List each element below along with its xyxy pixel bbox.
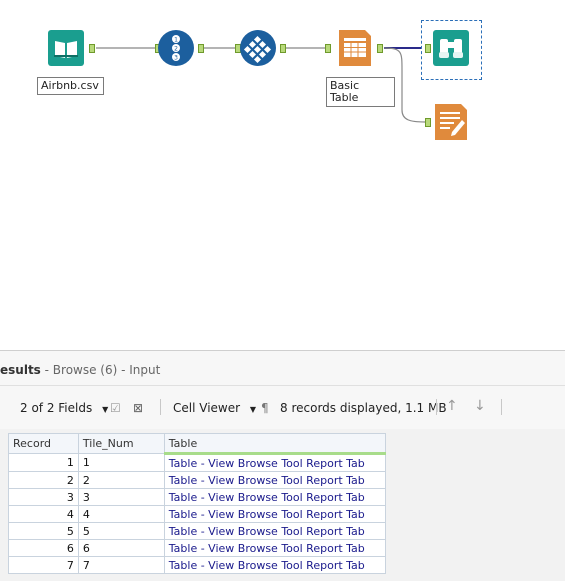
output-anchor[interactable]: [89, 44, 95, 53]
table-row[interactable]: 5 5 Table - View Browse Tool Report Tab: [8, 522, 387, 540]
deselect-icon[interactable]: ⊠: [133, 401, 143, 415]
divider: [501, 399, 502, 415]
cell-viewer-dropdown[interactable]: Cell Viewer ▼: [173, 401, 256, 415]
cell-viewer-label: Cell Viewer: [173, 401, 241, 415]
tile-num-cell[interactable]: 7: [77, 556, 165, 574]
table-row[interactable]: 6 6 Table - View Browse Tool Report Tab: [8, 539, 387, 557]
column-header-tile-num[interactable]: Tile_Num: [77, 433, 165, 454]
svg-text:3: 3: [174, 55, 178, 62]
basic-table-tool[interactable]: [337, 30, 373, 66]
checkbox-select-icon[interactable]: ☑: [110, 401, 121, 415]
table-row[interactable]: 4 4 Table - View Browse Tool Report Tab: [8, 505, 387, 523]
column-header-table[interactable]: Table: [163, 433, 387, 455]
record-cell[interactable]: 1: [8, 453, 79, 472]
tile-num-cell[interactable]: 6: [77, 539, 165, 557]
record-cell[interactable]: 2: [8, 471, 79, 489]
input-anchor[interactable]: [325, 44, 331, 53]
table-cell[interactable]: Table - View Browse Tool Report Tab: [163, 556, 387, 574]
table-row[interactable]: 3 3 Table - View Browse Tool Report Tab: [8, 488, 387, 506]
table-cell[interactable]: Table - View Browse Tool Report Tab: [163, 539, 387, 557]
tile-num-cell[interactable]: 3: [77, 488, 165, 506]
results-header: esults - Browse (6) - Input: [0, 351, 565, 386]
caret-down-icon: ▼: [249, 405, 257, 414]
output-anchor[interactable]: [377, 44, 383, 53]
numbered-list-icon: 1 2 3: [158, 30, 194, 66]
diamond-grid-icon: [240, 30, 276, 66]
tile-num-cell[interactable]: 1: [77, 453, 165, 472]
tile-num-cell[interactable]: 5: [77, 522, 165, 540]
column-header-record[interactable]: Record: [8, 433, 79, 454]
input-anchor[interactable]: [425, 118, 431, 127]
basic-table-label: Basic Table: [326, 77, 395, 107]
fields-selector[interactable]: 2 of 2 Fields ▼: [20, 401, 108, 415]
fields-selector-label: 2 of 2 Fields: [20, 401, 93, 415]
workflow-canvas[interactable]: Airbnb.csv 1 2 3 Basic Table: [0, 0, 565, 350]
book-icon: [48, 30, 84, 66]
table-row[interactable]: 1 1 Table - View Browse Tool Report Tab: [8, 453, 387, 472]
tile-num-cell[interactable]: 2: [77, 471, 165, 489]
records-info: 8 records displayed, 1.1 MB: [280, 401, 447, 415]
results-panel: esults - Browse (6) - Input 2 of 2 Field…: [0, 350, 565, 581]
results-table: Record Tile_Num Table 1 1 Table - View Bro…: [8, 433, 387, 574]
divider: [160, 399, 161, 415]
render-tool[interactable]: [433, 104, 469, 140]
input-data-tool[interactable]: [48, 30, 84, 66]
arrow-down-icon[interactable]: ↓: [474, 398, 486, 414]
crosstab-tool[interactable]: [240, 30, 276, 66]
tile-tool[interactable]: 1 2 3: [158, 30, 194, 66]
record-cell[interactable]: 3: [8, 488, 79, 506]
tile-num-cell[interactable]: 4: [77, 505, 165, 523]
results-title-label: esults: [0, 363, 41, 377]
divider: [436, 399, 437, 415]
table-row[interactable]: 7 7 Table - View Browse Tool Report Tab: [8, 556, 387, 574]
svg-text:1: 1: [174, 37, 178, 44]
pilcrow-icon[interactable]: ¶: [261, 401, 269, 415]
table-cell[interactable]: Table - View Browse Tool Report Tab: [163, 505, 387, 523]
table-row[interactable]: 2 2 Table - View Browse Tool Report Tab: [8, 471, 387, 489]
record-cell[interactable]: 4: [8, 505, 79, 523]
table-cell[interactable]: Table - View Browse Tool Report Tab: [163, 471, 387, 489]
binoculars-icon: [433, 30, 469, 66]
record-cell[interactable]: 7: [8, 556, 79, 574]
output-anchor[interactable]: [280, 44, 286, 53]
table-cell[interactable]: Table - View Browse Tool Report Tab: [163, 453, 387, 472]
caret-down-icon: ▼: [102, 405, 109, 414]
table-report-icon: [339, 30, 371, 66]
record-cell[interactable]: 5: [8, 522, 79, 540]
results-subtitle: - Browse (6) - Input: [40, 363, 161, 377]
arrow-up-icon[interactable]: ↑: [446, 398, 458, 414]
results-toolbar: 2 of 2 Fields ▼ ☑ ⊠ Cell Viewer ▼ ¶ 8 re…: [0, 386, 565, 429]
results-title: esults - Browse (6) - Input: [0, 363, 160, 377]
table-cell[interactable]: Table - View Browse Tool Report Tab: [163, 522, 387, 540]
browse-tool[interactable]: [433, 30, 469, 66]
input-anchor[interactable]: [425, 44, 431, 53]
svg-text:2: 2: [174, 46, 178, 53]
record-cell[interactable]: 6: [8, 539, 79, 557]
input-tool-label: Airbnb.csv: [37, 77, 104, 95]
output-anchor[interactable]: [198, 44, 204, 53]
report-edit-icon: [435, 104, 467, 140]
table-cell[interactable]: Table - View Browse Tool Report Tab: [163, 488, 387, 506]
